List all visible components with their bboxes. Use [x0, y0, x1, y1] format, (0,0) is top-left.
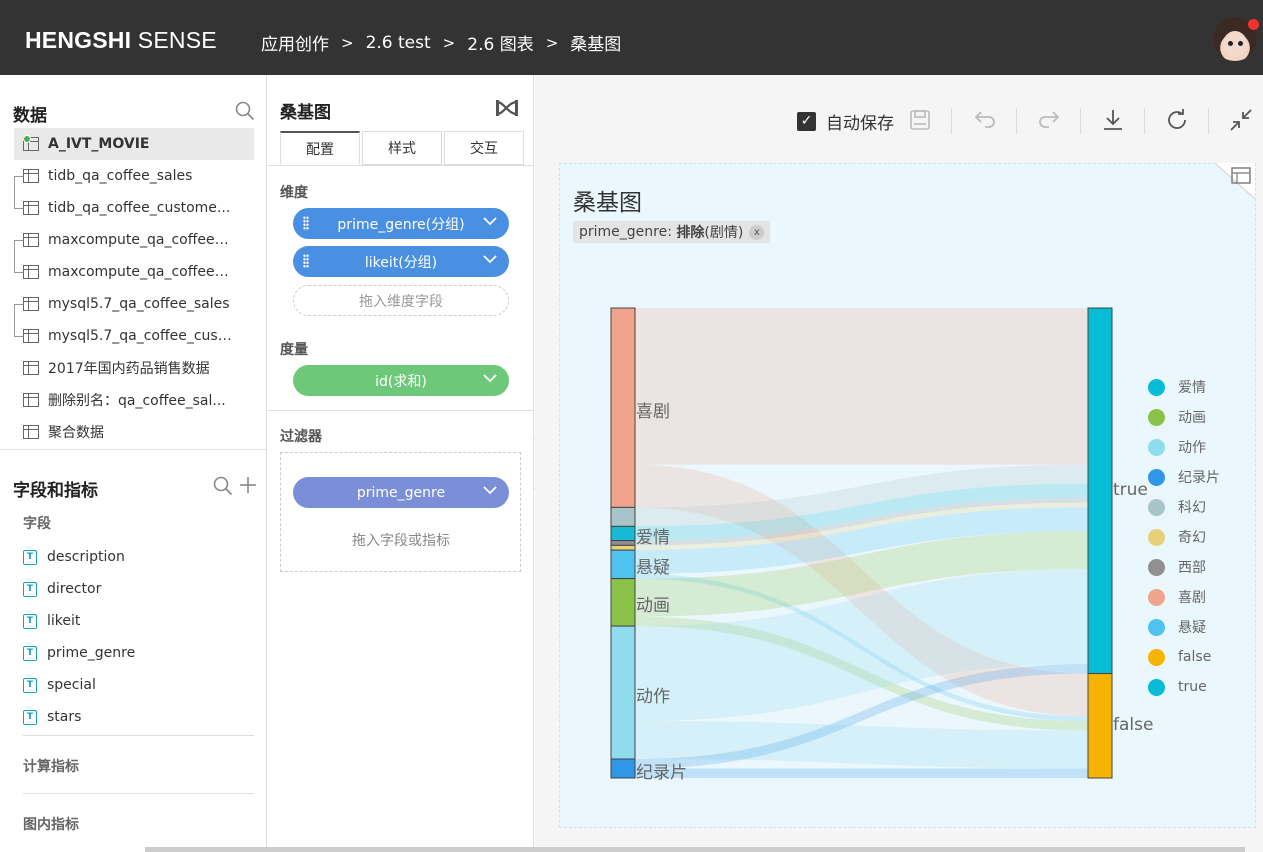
legend-label: 悬疑 [1178, 620, 1206, 636]
legend-item[interactable]: 西部 [1148, 557, 1206, 577]
legend-label: 西部 [1178, 560, 1206, 576]
legend-swatch [1148, 648, 1165, 666]
legend-item[interactable]: 动作 [1148, 437, 1206, 457]
legend-label: true [1178, 679, 1207, 695]
sankey-node-source[interactable] [610, 549, 636, 580]
sankey-node-source[interactable] [610, 544, 636, 551]
legend-item[interactable]: 科幻 [1148, 497, 1206, 517]
legend-item[interactable]: 动画 [1148, 407, 1206, 427]
sankey-node-label: 动作 [636, 686, 670, 707]
sankey-node-source[interactable] [610, 525, 636, 542]
legend-item[interactable]: 悬疑 [1148, 617, 1206, 637]
sankey-node-source[interactable] [610, 307, 636, 508]
legend-swatch [1148, 678, 1165, 696]
horizontal-scrollbar[interactable] [145, 847, 1245, 852]
sankey-node-label: 爱情 [636, 527, 670, 548]
sankey-node-label: false [1113, 714, 1154, 735]
legend-label: false [1178, 649, 1212, 665]
legend-label: 奇幻 [1178, 530, 1206, 546]
sankey-node-label: 纪录片 [636, 762, 687, 783]
legend-label: 爱情 [1178, 380, 1206, 396]
legend-item[interactable]: 喜剧 [1148, 587, 1206, 607]
sankey-link[interactable] [635, 768, 1088, 778]
legend-swatch [1148, 438, 1165, 456]
sankey-link[interactable] [635, 308, 1088, 465]
legend-swatch [1148, 588, 1165, 606]
legend-label: 喜剧 [1178, 590, 1206, 606]
legend-item[interactable]: 爱情 [1148, 377, 1206, 397]
legend-label: 动作 [1178, 440, 1206, 456]
legend-swatch [1148, 528, 1165, 546]
legend-swatch [1148, 498, 1165, 516]
sankey-node-source[interactable] [610, 540, 636, 546]
sankey-node-label: true [1113, 479, 1148, 500]
legend-swatch [1148, 558, 1165, 576]
legend-item[interactable]: true [1148, 677, 1207, 697]
sankey-node-label: 喜剧 [636, 401, 670, 422]
legend-swatch [1148, 468, 1165, 486]
legend-label: 纪录片 [1178, 470, 1220, 486]
legend-item[interactable]: 奇幻 [1148, 527, 1206, 547]
legend-label: 动画 [1178, 410, 1206, 426]
sankey-node-label: 动画 [636, 596, 670, 617]
legend-label: 科幻 [1178, 500, 1206, 516]
legend-swatch [1148, 378, 1165, 396]
sankey-node-source[interactable] [610, 506, 636, 527]
sankey-chart [610, 307, 1113, 779]
sankey-node-label: 悬疑 [636, 558, 670, 579]
sankey-node-source[interactable] [610, 578, 636, 627]
legend-swatch [1148, 408, 1165, 426]
sankey-node-target[interactable] [1087, 673, 1113, 779]
legend-swatch [1148, 618, 1165, 636]
legend-item[interactable]: 纪录片 [1148, 467, 1220, 487]
sankey-node-source[interactable] [610, 625, 636, 760]
sankey-node-target[interactable] [1087, 307, 1113, 675]
legend-item[interactable]: false [1148, 647, 1211, 667]
sankey-node-source[interactable] [610, 758, 636, 779]
